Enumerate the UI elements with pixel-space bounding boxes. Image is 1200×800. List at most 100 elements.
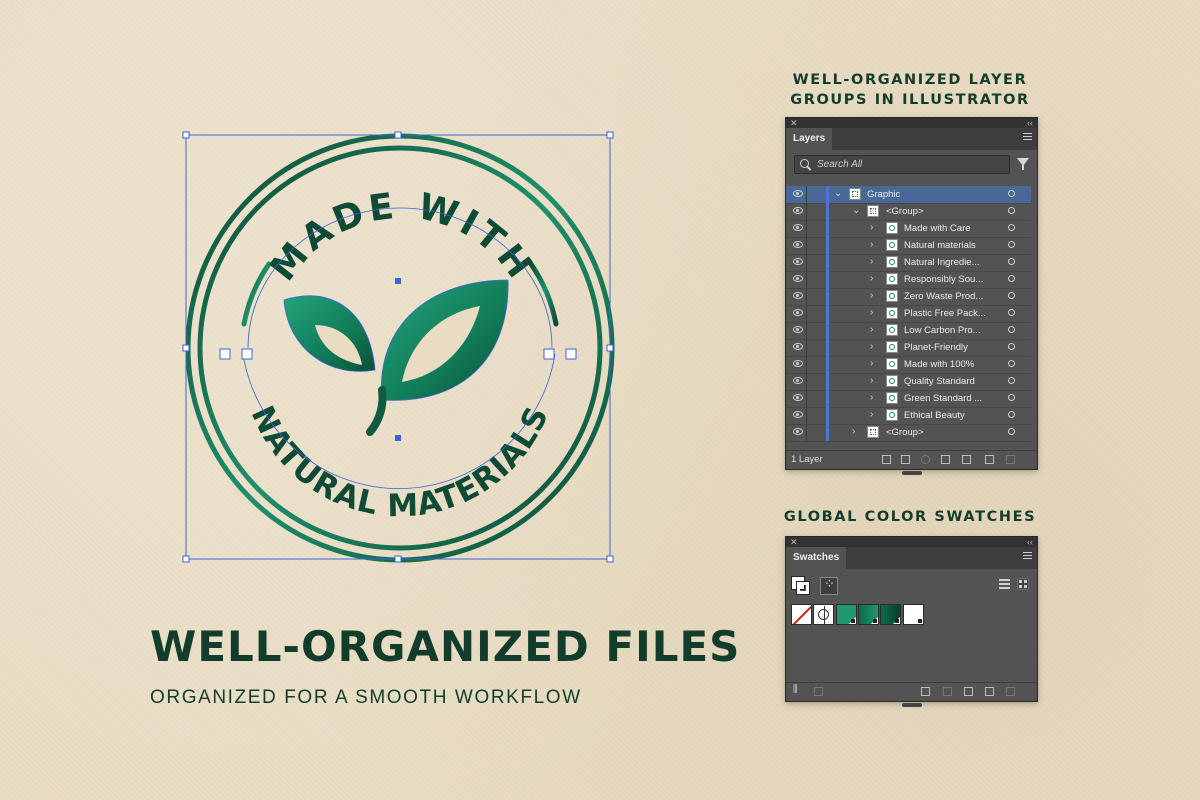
swatch-show-kinds-icon[interactable] [814,687,823,696]
target-circle-icon[interactable] [1008,190,1015,197]
visibility-eye-icon[interactable] [793,360,803,367]
layer-row-item[interactable]: › Plastic Free Pack... [786,305,1031,323]
chevron-right-icon[interactable]: › [870,273,873,284]
grid-view-icon[interactable] [1017,578,1029,590]
swatch-green[interactable] [836,604,857,625]
visibility-eye-icon[interactable] [793,377,803,384]
layer-row-group[interactable]: › <Group> [786,424,1031,442]
layer-row-item[interactable]: › Zero Waste Prod... [786,288,1031,306]
layer-row-item[interactable]: › Made with 100% [786,356,1031,374]
chevron-right-icon[interactable]: › [870,409,873,420]
swatch-none[interactable] [791,604,812,625]
visibility-eye-icon[interactable] [793,207,803,214]
visibility-eye-icon[interactable] [793,224,803,231]
panel-menu-icon[interactable] [1023,133,1032,142]
layer-row-group[interactable]: ⌄ <Group> [786,203,1031,221]
tab-layers[interactable]: Layers [786,128,833,150]
visibility-eye-icon[interactable] [793,258,803,265]
collapse-icon[interactable]: ‹‹ [1027,537,1033,547]
color-group-icon[interactable] [820,576,838,595]
badge-artwork[interactable]: MADE WITH NATURAL MATERIALS [170,120,630,580]
target-circle-icon[interactable] [1008,326,1015,333]
search-input[interactable]: Search All [794,155,1010,174]
layer-row-item[interactable]: › Low Carbon Pro... [786,322,1031,340]
layer-row-item[interactable]: › Made with Care [786,220,1031,238]
badge-top-text: MADE WITH [262,186,541,289]
chevron-right-icon[interactable]: › [870,256,873,267]
visibility-eye-icon[interactable] [793,326,803,333]
visibility-eye-icon[interactable] [793,411,803,418]
target-circle-icon[interactable] [1008,309,1015,316]
swatch-options-icon[interactable] [921,687,930,696]
visibility-eye-icon[interactable] [793,428,803,435]
chevron-right-icon[interactable]: › [870,375,873,386]
tab-swatches[interactable]: Swatches [786,547,847,569]
chevron-right-icon[interactable]: › [870,239,873,250]
swatch-libraries-icon[interactable]: ⫼ [793,684,802,696]
swatch-dark-green[interactable] [858,604,879,625]
layer-row-item[interactable]: › Planet-Friendly [786,339,1031,357]
target-circle-icon[interactable] [1008,394,1015,401]
stroke-color-box[interactable] [796,581,810,595]
layer-row-item[interactable]: › Natural Ingredie... [786,254,1031,272]
filter-icon[interactable] [1017,158,1029,170]
layer-row-item[interactable]: › Natural materials [786,237,1031,255]
target-circle-icon[interactable] [1008,360,1015,367]
locate-object-icon[interactable] [921,455,930,464]
visibility-eye-icon[interactable] [793,394,803,401]
swatch-registration[interactable] [813,604,834,625]
swatches-panel[interactable]: ✕ ‹‹ Swatches ⫼ [785,536,1038,707]
chevron-right-icon[interactable]: › [852,426,855,437]
close-icon[interactable]: ✕ [790,537,798,547]
collapse-icon[interactable]: ‹‹ [1027,118,1033,128]
chevron-right-icon[interactable]: › [870,290,873,301]
chevron-down-icon[interactable]: ⌄ [852,205,860,216]
swatch-gradient[interactable] [880,604,901,625]
layer-row-graphic[interactable]: ⌄ Graphic [786,186,1031,204]
folder-icon[interactable] [964,687,973,696]
chevron-right-icon[interactable]: › [870,222,873,233]
export-icon[interactable] [901,455,910,464]
swatch-white[interactable] [903,604,924,625]
target-circle-icon[interactable] [1008,411,1015,418]
layers-panel[interactable]: ✕ ‹‹ Layers Search All ⌄ Graphic ⌄ <Grou… [785,117,1038,475]
target-circle-icon[interactable] [1008,428,1015,435]
target-circle-icon[interactable] [1008,207,1015,214]
layer-row-item[interactable]: › Quality Standard [786,373,1031,391]
chevron-right-icon[interactable]: › [870,324,873,335]
chevron-right-icon[interactable]: › [870,392,873,403]
delete-layer-icon[interactable] [1006,455,1015,464]
target-circle-icon[interactable] [1008,224,1015,231]
chevron-right-icon[interactable]: › [870,307,873,318]
chevron-down-icon[interactable]: ⌄ [834,188,842,199]
collect-export-icon[interactable] [882,455,891,464]
target-circle-icon[interactable] [1008,292,1015,299]
target-circle-icon[interactable] [1008,275,1015,282]
new-swatch-icon[interactable] [985,687,994,696]
target-circle-icon[interactable] [1008,258,1015,265]
panel-menu-icon[interactable] [1023,552,1032,561]
clipping-mask-icon[interactable] [941,455,950,464]
resize-grip[interactable] [901,703,922,707]
visibility-eye-icon[interactable] [793,292,803,299]
visibility-eye-icon[interactable] [793,241,803,248]
visibility-eye-icon[interactable] [793,190,803,197]
target-circle-icon[interactable] [1008,377,1015,384]
visibility-eye-icon[interactable] [793,275,803,282]
visibility-eye-icon[interactable] [793,309,803,316]
chevron-right-icon[interactable]: › [870,341,873,352]
visibility-eye-icon[interactable] [793,343,803,350]
new-sublayer-icon[interactable] [962,455,971,464]
new-color-group-icon[interactable] [943,687,952,696]
close-icon[interactable]: ✕ [790,118,798,128]
chevron-right-icon[interactable]: › [870,358,873,369]
resize-grip[interactable] [901,471,922,475]
delete-swatch-icon[interactable] [1006,687,1015,696]
list-view-icon[interactable] [999,579,1010,590]
layer-row-item[interactable]: › Ethical Beauty [786,407,1031,425]
new-layer-icon[interactable] [985,455,994,464]
layer-row-item[interactable]: › Responsibly Sou... [786,271,1031,289]
target-circle-icon[interactable] [1008,343,1015,350]
layer-row-item[interactable]: › Green Standard ... [786,390,1031,408]
target-circle-icon[interactable] [1008,241,1015,248]
